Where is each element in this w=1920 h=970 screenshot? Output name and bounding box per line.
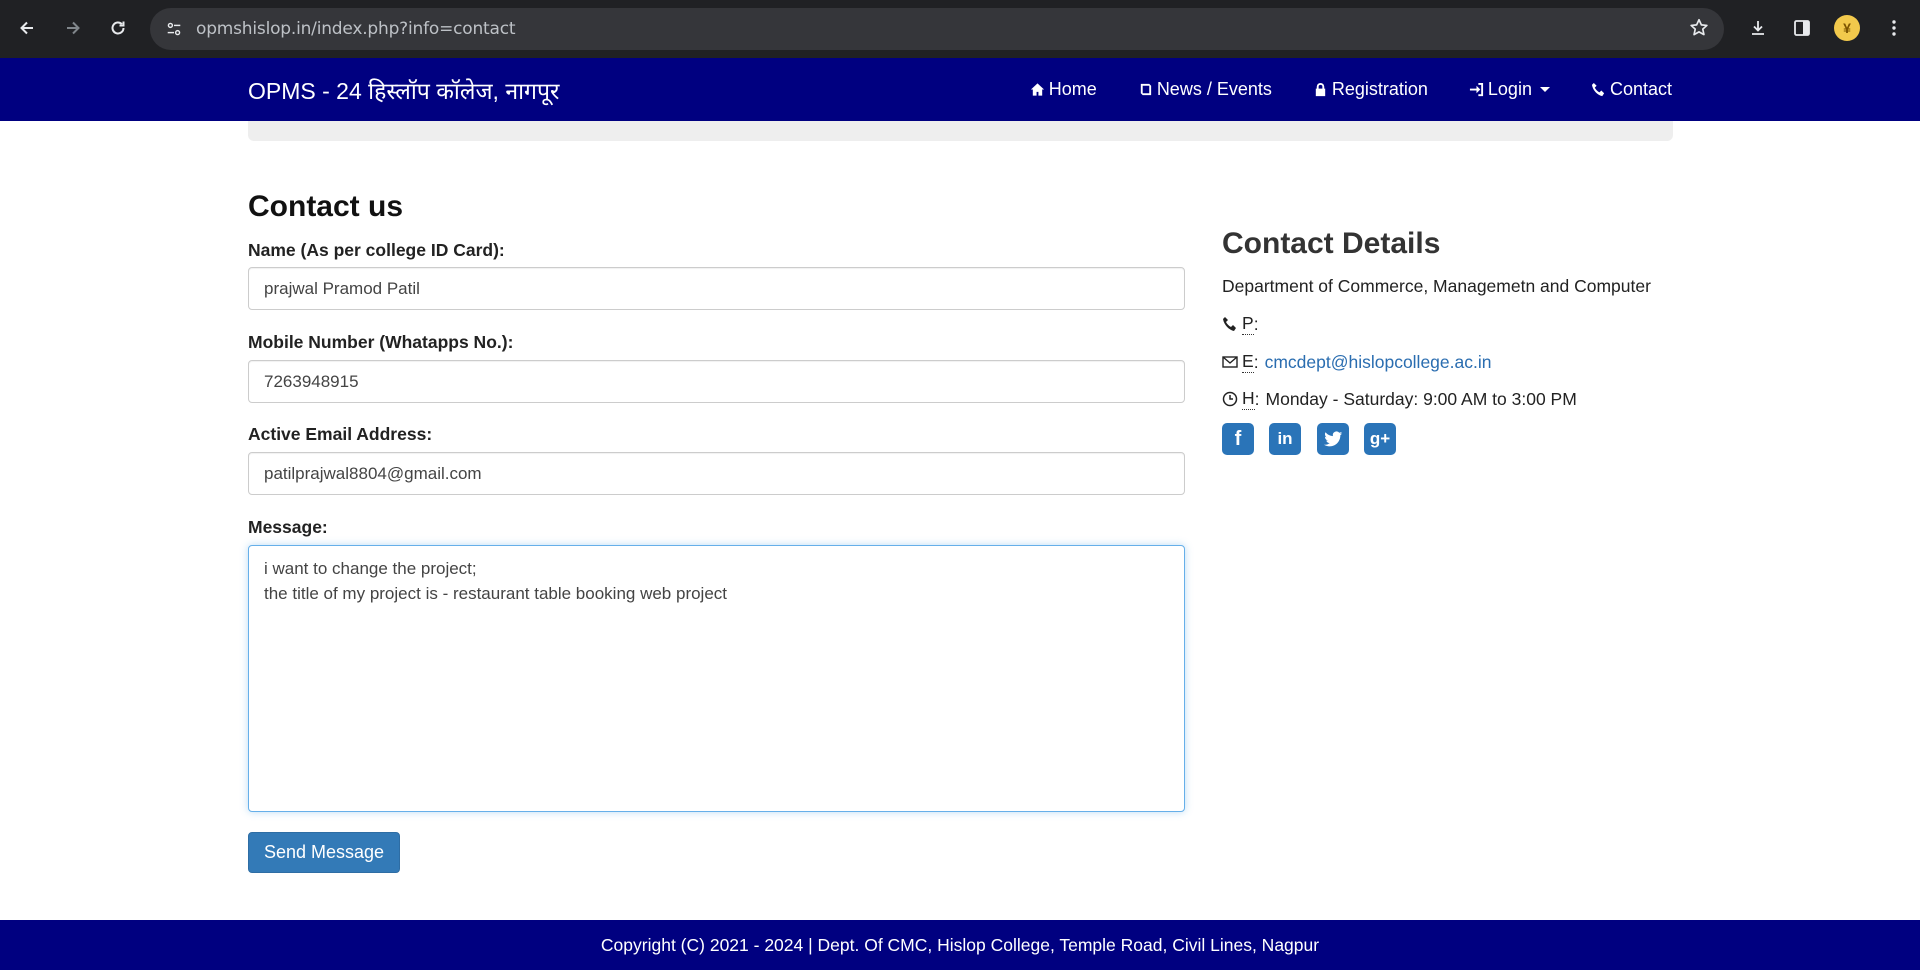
phone-icon	[1591, 82, 1605, 97]
name-input[interactable]: prajwal Pramod Patil	[248, 267, 1185, 310]
site-navbar: OPMS - 24 हिस्लॉप कॉलेज, नागपूर Home New…	[0, 58, 1920, 121]
facebook-icon[interactable]: f	[1222, 423, 1254, 455]
nav-contact[interactable]: Contact	[1591, 79, 1672, 100]
reload-icon[interactable]	[103, 13, 133, 43]
forward-icon[interactable]	[58, 13, 88, 43]
email-label: Active Email Address:	[248, 424, 433, 444]
phone-row: P:	[1222, 313, 1265, 335]
nav-news-events[interactable]: News / Events	[1138, 79, 1272, 100]
clock-icon	[1222, 391, 1238, 407]
hours-row: H: Monday - Saturday: 9:00 AM to 3:00 PM	[1222, 388, 1577, 410]
nav-links: Home News / Events Registration Login Co…	[989, 58, 1672, 121]
phone-icon	[1223, 317, 1236, 331]
department-email-link[interactable]: cmcdept@hislopcollege.ac.in	[1265, 352, 1492, 373]
side-panel-icon[interactable]	[1788, 14, 1816, 42]
browser-chrome: opmshislop.in/index.php?info=contact ¥	[0, 0, 1920, 58]
twitter-icon[interactable]	[1317, 423, 1349, 455]
site-footer: Copyright (C) 2021 - 2024 | Dept. Of CMC…	[0, 920, 1920, 970]
url-text[interactable]: opmshislop.in/index.php?info=contact	[196, 19, 516, 39]
hours-value: Monday - Saturday: 9:00 AM to 3:00 PM	[1265, 388, 1577, 409]
home-icon	[1030, 83, 1044, 96]
linkedin-icon[interactable]: in	[1269, 423, 1301, 455]
jumbotron-strip	[248, 121, 1673, 141]
email-abbr: E	[1242, 351, 1254, 373]
menu-kebab-icon[interactable]	[1880, 14, 1908, 42]
google-plus-icon[interactable]: g+	[1364, 423, 1396, 455]
site-brand[interactable]: OPMS - 24 हिस्लॉप कॉलेज, नागपूर	[248, 74, 559, 106]
contact-title: Contact us	[248, 190, 404, 223]
send-message-button[interactable]: Send Message	[248, 832, 400, 873]
site-info-icon[interactable]	[162, 18, 186, 40]
email-input[interactable]: patilprajwal8804@gmail.com	[248, 452, 1185, 495]
download-icon[interactable]	[1744, 14, 1772, 42]
message-label: Message:	[248, 517, 328, 537]
nav-login-dropdown[interactable]: Login	[1469, 79, 1550, 100]
email-row: E: cmcdept@hislopcollege.ac.in	[1222, 351, 1491, 373]
mobile-input[interactable]: 7263948915	[248, 360, 1185, 403]
phone-abbr: P	[1242, 313, 1254, 335]
department-text: Department of Commerce, Managemetn and C…	[1222, 276, 1651, 296]
mobile-label: Mobile Number (Whatapps No.):	[248, 332, 514, 352]
footer-copyright: Copyright (C) 2021 - 2024 | Dept. Of CMC…	[600, 934, 1320, 955]
hours-abbr: H	[1242, 388, 1255, 410]
address-bar[interactable]: opmshislop.in/index.php?info=contact	[150, 8, 1724, 50]
login-icon	[1469, 82, 1483, 97]
caret-down-icon	[1539, 87, 1550, 92]
message-textarea[interactable]: i want to change the project; the title …	[248, 545, 1185, 812]
name-label: Name (As per college ID Card):	[248, 240, 505, 260]
contact-details-title: Contact Details	[1222, 227, 1441, 260]
lock-icon	[1315, 82, 1326, 97]
back-icon[interactable]	[12, 13, 42, 43]
nav-registration[interactable]: Registration	[1313, 79, 1428, 100]
book-icon	[1140, 83, 1151, 96]
nav-home[interactable]: Home	[1030, 79, 1097, 100]
profile-avatar[interactable]: ¥	[1834, 15, 1860, 41]
bookmark-star-icon[interactable]	[1688, 17, 1712, 41]
envelope-icon	[1222, 356, 1238, 368]
